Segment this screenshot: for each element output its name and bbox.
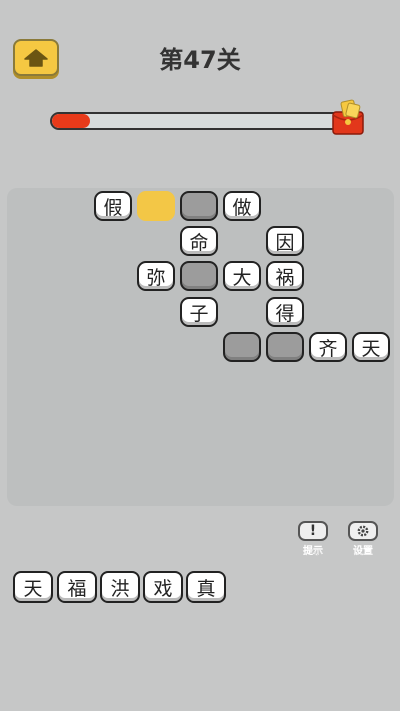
board-cell[interactable]: 大 [223, 261, 261, 291]
choice-tile[interactable]: 天 [13, 571, 53, 603]
hint-label: 提示 [303, 546, 323, 557]
board-cell-selected[interactable] [137, 191, 175, 221]
level-progress-bar [50, 112, 350, 130]
board-cell[interactable]: 天 [352, 332, 390, 362]
board-cell[interactable]: 因 [266, 226, 304, 256]
board-cell[interactable]: 弥 [137, 261, 175, 291]
board-cell-empty[interactable] [180, 191, 218, 221]
board-cell[interactable]: 假 [94, 191, 132, 221]
choice-tile[interactable]: 福 [57, 571, 97, 603]
board-cell[interactable]: 做 [223, 191, 261, 221]
board-cell[interactable]: 齐 [309, 332, 347, 362]
board-cell[interactable]: 得 [266, 297, 304, 327]
board-cell-empty[interactable] [223, 332, 261, 362]
hint-button[interactable]: ! 提示 [296, 521, 330, 557]
board-cell-empty[interactable] [266, 332, 304, 362]
level-title: 第47关 [159, 46, 241, 74]
exclamation-icon: ! [298, 521, 328, 541]
choice-tile[interactable]: 真 [186, 571, 226, 603]
progress-fill [52, 114, 91, 128]
settings-button[interactable]: 设置 [346, 521, 380, 557]
board-cell[interactable]: 子 [180, 297, 218, 327]
board-cell-empty[interactable] [180, 261, 218, 291]
board-cell[interactable]: 命 [180, 226, 218, 256]
board-cell[interactable]: 祸 [266, 261, 304, 291]
gear-icon [348, 521, 378, 541]
choice-tile[interactable]: 洪 [100, 571, 140, 603]
choice-tile[interactable]: 戏 [143, 571, 183, 603]
settings-label: 设置 [353, 546, 373, 557]
red-envelope-icon[interactable] [330, 98, 366, 136]
